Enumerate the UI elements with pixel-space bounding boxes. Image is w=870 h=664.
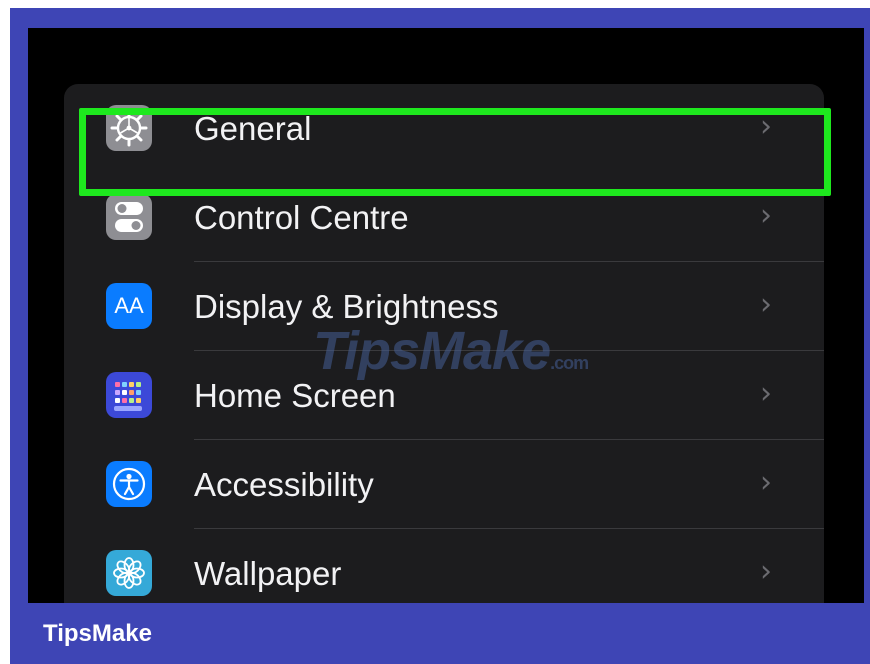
brand-logo-text: TipsMake [43, 620, 152, 647]
footer-bar: TipsMake [10, 603, 870, 664]
phone-screen: General › Control Centre › AA Display & … [28, 28, 864, 603]
app-grid-icon [106, 372, 152, 418]
settings-item-label: Accessibility [194, 466, 374, 503]
settings-item-wallpaper[interactable]: Wallpaper › [64, 529, 824, 603]
accessibility-person-icon [106, 461, 152, 507]
highlight-box [79, 108, 831, 196]
chevron-right-icon: › [760, 554, 772, 589]
chevron-right-icon: › [760, 465, 772, 500]
image-frame: General › Control Centre › AA Display & … [10, 8, 870, 664]
settings-item-accessibility[interactable]: Accessibility › [64, 440, 824, 529]
text-size-glyph: AA [114, 293, 144, 318]
settings-item-label: Wallpaper [194, 555, 342, 592]
chevron-right-icon: › [760, 287, 772, 322]
watermark: TipsMake.com [313, 320, 589, 382]
chevron-right-icon: › [760, 376, 772, 411]
toggle-switches-icon [106, 194, 152, 240]
flower-icon [106, 550, 152, 596]
watermark-text: TipsMake [313, 321, 551, 381]
watermark-suffix: .com [550, 353, 589, 373]
text-size-icon: AA [106, 283, 152, 329]
